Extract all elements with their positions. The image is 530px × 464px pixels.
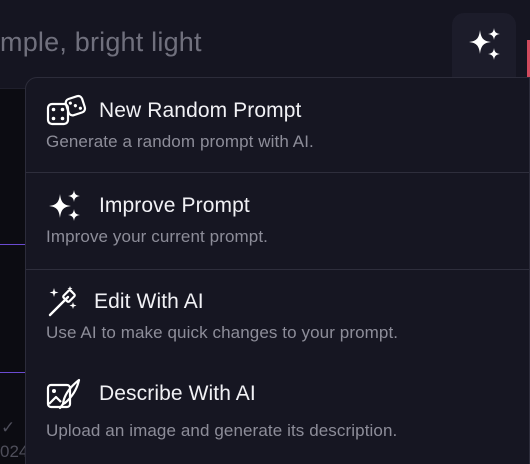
ai-tools-button[interactable] xyxy=(452,13,516,77)
menu-item-description: Generate a random prompt with AI. xyxy=(46,132,314,151)
sparkles-icon xyxy=(469,28,500,60)
menu-item-improve-prompt[interactable]: Improve Prompt Improve your current prom… xyxy=(26,173,529,270)
dice-icon xyxy=(46,94,99,128)
menu-item-edit-with-ai[interactable]: Edit With AI Use AI to make quick change… xyxy=(26,270,529,362)
menu-item-new-random-prompt[interactable]: New Random Prompt Generate a random prom… xyxy=(26,78,529,173)
image-pen-icon xyxy=(46,377,99,411)
prompt-text[interactable]: mple, bright light xyxy=(0,27,202,58)
sparkles-icon xyxy=(46,189,99,223)
magic-wand-icon xyxy=(46,285,94,319)
background-divider xyxy=(0,244,25,245)
menu-item-title: Improve Prompt xyxy=(99,194,250,217)
app-root: mple, bright light ✓ 024 New Random Prom… xyxy=(0,0,530,464)
menu-item-description: Improve your current prompt. xyxy=(46,227,268,246)
menu-item-title: Edit With AI xyxy=(94,290,204,313)
background-divider xyxy=(0,372,25,373)
menu-item-description: Upload an image and generate its descrip… xyxy=(46,421,398,440)
menu-item-title: Describe With AI xyxy=(99,382,256,405)
ai-tools-menu: New Random Prompt Generate a random prom… xyxy=(25,77,530,464)
background-fragment: ✓ xyxy=(1,418,16,437)
prompt-bar[interactable]: mple, bright light xyxy=(0,0,530,89)
menu-item-title: New Random Prompt xyxy=(99,99,302,122)
menu-item-description: Use AI to make quick changes to your pro… xyxy=(46,323,399,342)
menu-item-describe-with-ai[interactable]: Describe With AI Upload an image and gen… xyxy=(26,362,529,462)
